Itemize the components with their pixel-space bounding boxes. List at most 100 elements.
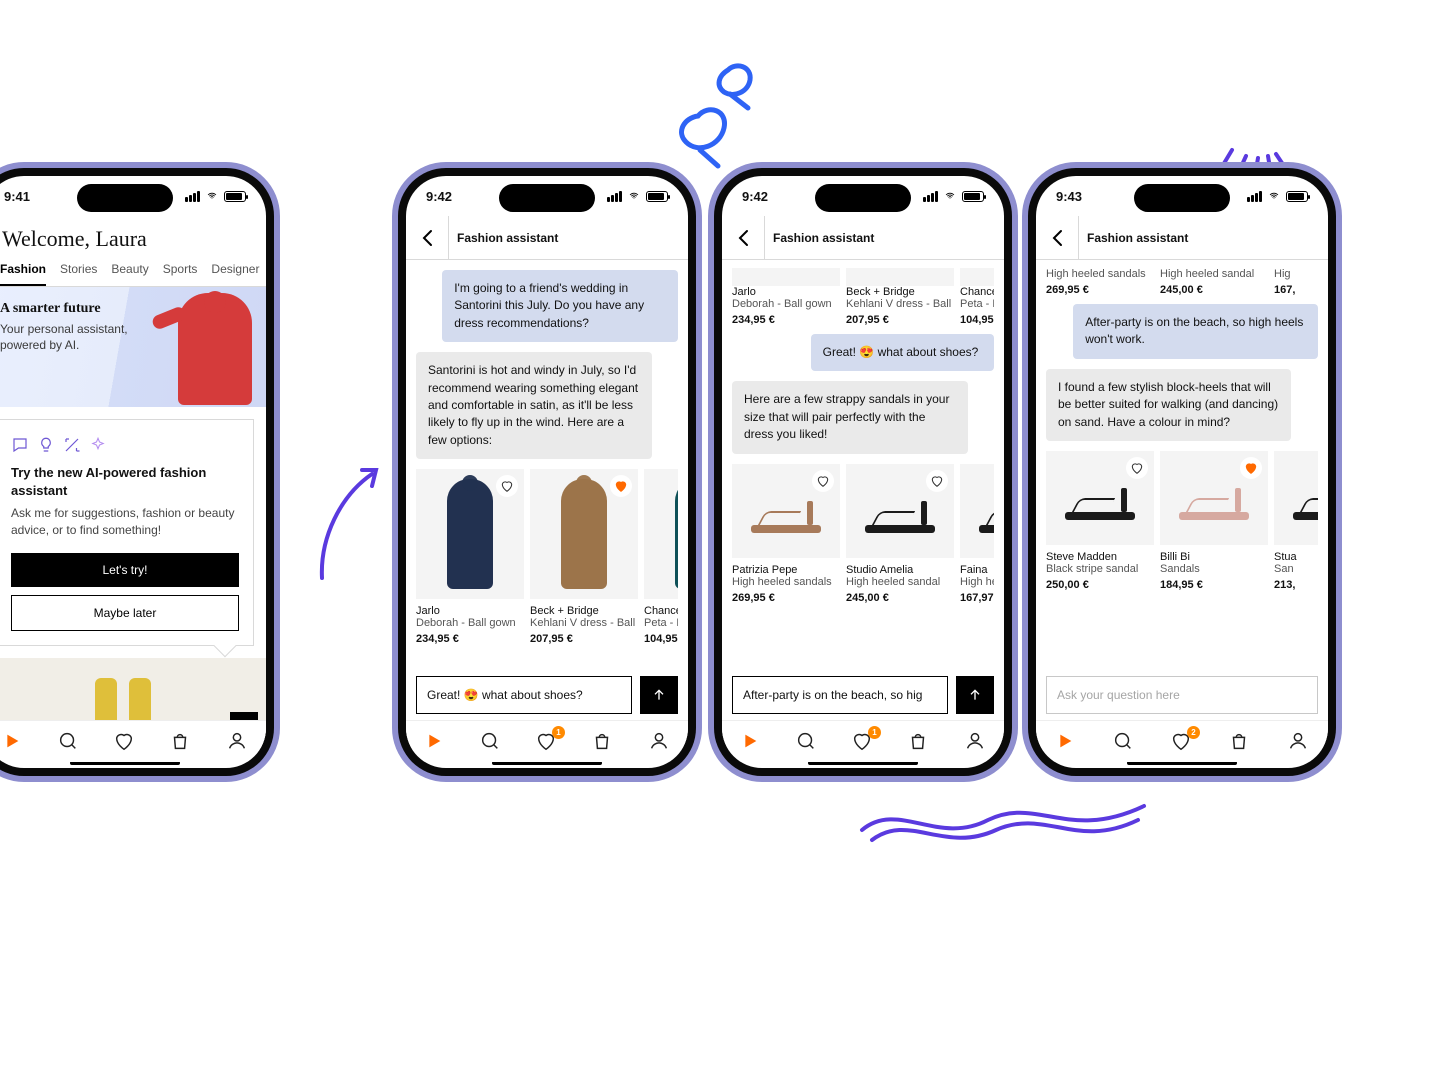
product-row-top[interactable]: High heeled sandals 269,95 € High heeled… bbox=[1046, 268, 1318, 296]
product-name: Peta - Ball bbox=[960, 298, 994, 310]
dynamic-island bbox=[499, 184, 595, 212]
send-button[interactable] bbox=[956, 676, 994, 714]
wifi-icon bbox=[205, 191, 219, 201]
composer-input[interactable]: Ask your question here bbox=[1046, 676, 1318, 714]
heart-icon[interactable] bbox=[1126, 457, 1148, 479]
product-card[interactable]: Jarlo Deborah - Ball gown 234,95 € bbox=[416, 469, 524, 645]
product-row[interactable]: Patrizia Pepe High heeled sandals 269,95… bbox=[732, 464, 994, 604]
product-name: Deborah - Ball gown bbox=[416, 617, 524, 629]
product-mini[interactable]: Chancery Peta - Ball 104,95 € bbox=[960, 268, 994, 326]
user-message: Great! 😍 what about shoes? bbox=[811, 334, 994, 371]
battery-icon bbox=[962, 191, 984, 202]
product-card[interactable]: Stua San 213, bbox=[1274, 451, 1318, 591]
heart-icon[interactable] bbox=[812, 470, 834, 492]
tab-beauty[interactable]: Beauty bbox=[111, 262, 148, 286]
tab-search[interactable] bbox=[1112, 730, 1136, 754]
lets-try-button[interactable]: Let's try! bbox=[11, 553, 239, 587]
composer-input[interactable]: After-party is on the beach, so hig bbox=[732, 676, 948, 714]
chat-header: Fashion assistant bbox=[406, 216, 688, 260]
product-card[interactable]: Faina High heele 167,97 € bbox=[960, 464, 994, 604]
ai-message: Santorini is hot and windy in July, so I… bbox=[416, 352, 652, 459]
product-name: Black stripe sandal bbox=[1046, 563, 1154, 575]
tab-sports[interactable]: Sports bbox=[163, 262, 198, 286]
chat-title: Fashion assistant bbox=[1087, 231, 1188, 245]
product-mini[interactable]: Beck + Bridge Kehlani V dress - Ball 207… bbox=[846, 268, 954, 326]
welcome-title: Welcome, Laura bbox=[0, 216, 266, 256]
wifi-icon bbox=[943, 191, 957, 201]
product-name: Kehlani V dress - Ball bbox=[530, 617, 638, 629]
product-mini[interactable]: High heeled sandal 245,00 € bbox=[1160, 268, 1268, 296]
tab-home[interactable] bbox=[738, 730, 762, 754]
chat-header: Fashion assistant bbox=[1036, 216, 1328, 260]
tab-home[interactable] bbox=[422, 730, 446, 754]
product-mini[interactable]: High heeled sandals 269,95 € bbox=[1046, 268, 1154, 296]
chat-composer: Great! 😍 what about shoes? bbox=[416, 676, 678, 714]
user-message: After-party is on the beach, so high hee… bbox=[1073, 304, 1318, 359]
assistant-card-title: Try the new AI-powered fashion assistant bbox=[11, 464, 239, 499]
tab-search[interactable] bbox=[795, 730, 819, 754]
product-card[interactable]: Beck + Bridge Kehlani V dress - Ball 207… bbox=[530, 469, 638, 645]
phone-chat-1: 9:42 Fashion assistant I'm going to a fr… bbox=[392, 162, 702, 782]
heart-icon[interactable] bbox=[926, 470, 948, 492]
product-card[interactable]: Patrizia Pepe High heeled sandals 269,95… bbox=[732, 464, 840, 604]
product-price: 234,95 € bbox=[416, 633, 524, 645]
tab-bag[interactable] bbox=[591, 730, 615, 754]
product-card[interactable]: Chancery Peta - Ball 104,95 € bbox=[644, 469, 678, 645]
battery-icon bbox=[224, 191, 246, 202]
back-icon[interactable] bbox=[416, 226, 440, 250]
product-card[interactable]: Steve Madden Black stripe sandal 250,00 … bbox=[1046, 451, 1154, 591]
dynamic-island bbox=[77, 184, 173, 212]
tab-wishlist[interactable] bbox=[113, 730, 137, 754]
heart-icon[interactable] bbox=[1240, 457, 1262, 479]
chat-title: Fashion assistant bbox=[457, 231, 558, 245]
signal-icon bbox=[185, 191, 200, 202]
maybe-later-button[interactable]: Maybe later bbox=[11, 595, 239, 631]
tab-search[interactable] bbox=[57, 730, 81, 754]
hero-body: Your personal assistant, powered by AI. bbox=[0, 321, 150, 353]
assistant-card-sub: Ask me for suggestions, fashion or beaut… bbox=[11, 505, 239, 539]
tab-bag[interactable] bbox=[169, 730, 193, 754]
product-mini[interactable]: Jarlo Deborah - Ball gown 234,95 € bbox=[732, 268, 840, 326]
tab-search[interactable] bbox=[479, 730, 503, 754]
product-name: Sandals bbox=[1160, 563, 1268, 575]
product-price: 245,00 € bbox=[846, 592, 954, 604]
chat-header: Fashion assistant bbox=[722, 216, 1004, 260]
tab-account[interactable] bbox=[226, 730, 250, 754]
product-row-top[interactable]: Jarlo Deborah - Ball gown 234,95 € Beck … bbox=[732, 268, 994, 326]
send-button[interactable] bbox=[640, 676, 678, 714]
product-price: 250,00 € bbox=[1046, 579, 1154, 591]
tab-home[interactable] bbox=[1053, 730, 1077, 754]
tab-account[interactable] bbox=[648, 730, 672, 754]
tab-fashion[interactable]: Fashion bbox=[0, 262, 46, 286]
product-brand: Jarlo bbox=[732, 286, 840, 298]
tab-account[interactable] bbox=[1287, 730, 1311, 754]
tab-wishlist[interactable]: 1 bbox=[535, 730, 559, 754]
product-price: 167, bbox=[1274, 284, 1318, 296]
product-brand: Billi Bi bbox=[1160, 551, 1268, 563]
wifi-icon bbox=[1267, 191, 1281, 201]
heart-icon[interactable] bbox=[610, 475, 632, 497]
product-mini[interactable]: Hig 167, bbox=[1274, 268, 1318, 296]
tab-home[interactable] bbox=[0, 730, 24, 754]
tab-bag[interactable] bbox=[1228, 730, 1252, 754]
back-icon[interactable] bbox=[1046, 226, 1070, 250]
status-time: 9:43 bbox=[1056, 189, 1082, 204]
assistant-promo-card: Try the new AI-powered fashion assistant… bbox=[0, 419, 254, 646]
product-price: 213, bbox=[1274, 579, 1318, 591]
heart-icon[interactable] bbox=[496, 475, 518, 497]
product-row[interactable]: Jarlo Deborah - Ball gown 234,95 € Beck … bbox=[416, 469, 678, 645]
tab-wishlist[interactable]: 2 bbox=[1170, 730, 1194, 754]
tab-stories[interactable]: Stories bbox=[60, 262, 97, 286]
hero-banner[interactable]: A smarter future Your personal assistant… bbox=[0, 287, 266, 407]
tab-account[interactable] bbox=[964, 730, 988, 754]
wishlist-badge: 1 bbox=[552, 726, 565, 739]
tab-bar: 1 bbox=[722, 720, 1004, 762]
product-card[interactable]: Billi Bi Sandals 184,95 € bbox=[1160, 451, 1268, 591]
back-icon[interactable] bbox=[732, 226, 756, 250]
tab-wishlist[interactable]: 1 bbox=[851, 730, 875, 754]
product-card[interactable]: Studio Amelia High heeled sandal 245,00 … bbox=[846, 464, 954, 604]
product-row[interactable]: Steve Madden Black stripe sandal 250,00 … bbox=[1046, 451, 1318, 591]
tab-designer[interactable]: Designer bbox=[211, 262, 259, 286]
composer-input[interactable]: Great! 😍 what about shoes? bbox=[416, 676, 632, 714]
tab-bag[interactable] bbox=[907, 730, 931, 754]
